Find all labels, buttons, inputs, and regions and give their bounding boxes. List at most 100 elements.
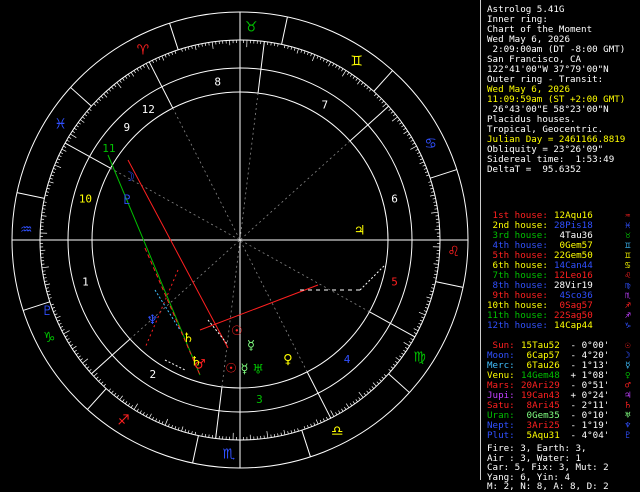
degree-tick [393, 364, 395, 366]
degree-tick [410, 146, 416, 149]
degree-tick [63, 331, 69, 334]
degree-tick [379, 379, 381, 381]
degree-tick [427, 301, 430, 302]
planet-marker-icon: ☽ [123, 170, 135, 185]
degree-tick [288, 431, 289, 434]
degree-tick [41, 216, 46, 217]
degree-tick [59, 155, 62, 156]
degree-tick [367, 87, 369, 89]
degree-tick [404, 342, 410, 346]
degree-tick [377, 382, 379, 384]
degree-tick [131, 405, 133, 408]
sign-divider [17, 193, 44, 199]
planet-marker-icon: ♃ [354, 224, 366, 239]
degree-tick [336, 65, 337, 68]
degree-tick [417, 152, 420, 153]
house-number: 12 [142, 103, 155, 116]
degree-tick [281, 433, 282, 436]
degree-tick [364, 85, 366, 87]
degree-tick [178, 427, 179, 430]
aspect-line [360, 265, 385, 290]
header-line: DeltaT = 95.6352 [487, 165, 581, 175]
house-cusp [307, 372, 331, 418]
degree-tick [312, 55, 315, 61]
degree-tick [80, 359, 82, 361]
degree-tick [393, 114, 395, 116]
house-cusp [369, 312, 414, 337]
degree-tick [120, 396, 123, 400]
degree-tick [414, 332, 417, 333]
degree-tick [379, 99, 381, 101]
planet-marker-icon: ☉ [231, 324, 243, 339]
degree-tick [367, 391, 369, 393]
house-label: 12th house: [487, 321, 548, 331]
degree-tick [114, 393, 116, 395]
degree-tick [421, 317, 424, 318]
degree-tick [350, 74, 352, 76]
degree-tick [117, 82, 121, 88]
degree-tick [341, 409, 343, 412]
degree-tick [399, 356, 401, 358]
degree-tick [134, 404, 138, 410]
sign-divider [170, 23, 179, 50]
zodiac-sign-icon: ♓ [54, 116, 67, 132]
zodiac-sign-icon: ♒ [20, 222, 33, 238]
degree-tick [326, 60, 327, 63]
degree-tick [175, 51, 176, 54]
degree-tick [369, 89, 371, 91]
degree-tick [344, 407, 346, 410]
degree-tick [192, 46, 193, 49]
degree-tick [278, 44, 279, 47]
degree-tick [391, 367, 393, 369]
degree-tick [134, 70, 136, 73]
degree-tick [65, 336, 68, 337]
degree-tick [409, 137, 412, 139]
degree-tick [44, 202, 47, 203]
degree-tick [212, 42, 213, 49]
planet-marker-icon: ♆ [146, 313, 158, 328]
degree-tick [304, 51, 305, 54]
degree-tick [202, 44, 203, 47]
planet-marker-icon: ♇ [121, 193, 133, 208]
degree-tick [198, 44, 199, 47]
degree-tick [149, 414, 151, 418]
sign-divider [193, 436, 199, 463]
degree-tick [146, 414, 147, 417]
degree-tick [331, 410, 334, 416]
degree-tick [377, 96, 379, 98]
sign-divider [71, 87, 92, 106]
degree-tick [431, 212, 438, 213]
degree-tick [434, 264, 439, 265]
zodiac-sign-icon: ♎ [331, 424, 344, 440]
degree-tick [109, 89, 111, 91]
planet-position: 5Aqu31 [521, 431, 560, 441]
degree-tick [416, 149, 419, 150]
degree-tick [52, 172, 55, 173]
degree-tick [284, 430, 285, 435]
degree-tick [392, 117, 398, 121]
degree-tick [409, 341, 412, 343]
degree-tick [49, 182, 54, 183]
degree-tick [395, 361, 397, 363]
degree-tick [165, 419, 168, 425]
degree-tick [53, 168, 56, 169]
degree-tick [361, 82, 363, 84]
degree-tick [101, 96, 103, 98]
degree-tick [389, 109, 391, 111]
degree-tick [131, 72, 134, 76]
degree-tick [347, 72, 349, 75]
degree-tick [74, 128, 76, 130]
degree-tick [294, 48, 295, 51]
zodiac-sign-icon: ♍ [413, 350, 426, 366]
degree-tick [288, 46, 289, 49]
degree-tick [96, 101, 98, 103]
degree-tick [48, 185, 51, 186]
planet-marker-icon: ☿ [247, 338, 255, 353]
degree-tick [94, 104, 96, 106]
degree-tick [155, 59, 156, 62]
degree-tick [401, 353, 403, 355]
degree-tick [188, 47, 189, 50]
zodiac-sign-icon: ♋ [424, 136, 437, 152]
degree-tick [434, 205, 437, 206]
degree-tick [85, 114, 87, 116]
